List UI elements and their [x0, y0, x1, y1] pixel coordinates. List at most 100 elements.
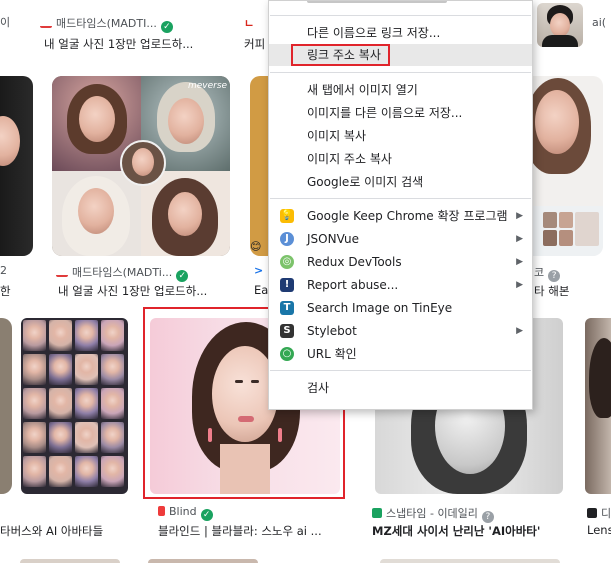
- middle-right-thumbnail[interactable]: [531, 76, 603, 256]
- result-title[interactable]: 타버스와 AI 아바타들: [0, 523, 140, 539]
- menu-item-save-link-as[interactable]: 다른 이름으로 링크 저장...: [269, 22, 532, 44]
- menu-item-redux-devtools[interactable]: ◎ Redux DevTools ▶: [269, 251, 532, 273]
- result-title[interactable]: Lens: [587, 523, 611, 537]
- result-source-label: 스냅타임 - 이데일리: [386, 507, 478, 520]
- menu-item-google-keep[interactable]: 💡 Google Keep Chrome 확장 프로그램 ▶: [269, 205, 532, 227]
- snaptime-favicon-icon: [372, 508, 382, 518]
- menu-separator: [270, 370, 531, 371]
- context-menu-cut-item: [269, 1, 532, 7]
- help-icon: ?: [481, 511, 494, 523]
- verified-icon: ✓: [160, 21, 173, 33]
- avatar-grid-cell: [101, 422, 124, 453]
- menu-item-save-image-as[interactable]: 이미지를 다른 이름으로 저장...: [269, 102, 532, 124]
- verified-icon: ✓: [176, 270, 189, 282]
- annotation-menu-highlight: [291, 44, 390, 66]
- help-icon: ?: [548, 270, 561, 282]
- result-source: 코?: [534, 264, 561, 282]
- menu-item-url-check[interactable]: ○ URL 확인: [269, 343, 532, 365]
- avatar-grid-cell: [75, 388, 98, 419]
- menu-item-copy-image-address[interactable]: 이미지 주소 복사: [269, 148, 532, 170]
- menu-item-label: Google Keep Chrome 확장 프로그램: [307, 209, 508, 223]
- avatar-grid-cell: [23, 320, 46, 351]
- submenu-arrow-icon: ▶: [516, 211, 523, 221]
- result-source: >: [254, 264, 264, 277]
- bottom-left-edge-thumbnail[interactable]: [0, 318, 12, 494]
- watermark-text: meverse: [188, 81, 228, 91]
- middle-center-thumbnail[interactable]: 😊: [250, 76, 268, 256]
- avatar-grid-cell: [49, 354, 72, 385]
- submenu-arrow-icon: ▶: [516, 280, 523, 290]
- submenu-arrow-icon: ▶: [516, 257, 523, 267]
- result-title[interactable]: 내 얼굴 사진 1장만 업로드하...: [44, 36, 244, 52]
- middle-row-card-1-caption[interactable]: 매드타임스(MADTi... ✓ 내 얼굴 사진 1장만 업로드하...: [56, 262, 256, 302]
- submenu-arrow-icon: ▶: [516, 326, 523, 336]
- menu-item-label: JSONVue: [307, 232, 359, 246]
- avatar-grid-cell: [49, 456, 72, 487]
- avatar-grid-cell: [23, 388, 46, 419]
- result-source: 매드타임스(MADTI... ✓: [40, 15, 215, 33]
- result-source-label: Blind: [169, 505, 197, 518]
- menu-separator: [270, 72, 531, 73]
- menu-item-report-abuse[interactable]: ! Report abuse... ▶: [269, 274, 532, 296]
- jsonvue-icon: J: [280, 232, 294, 246]
- menu-item-tineye[interactable]: T Search Image on TinEye: [269, 297, 532, 319]
- result-title[interactable]: 한: [0, 283, 11, 299]
- result-source: Blind ✓: [158, 505, 213, 521]
- menu-item-label: Report abuse...: [307, 278, 399, 292]
- top-row-card-2[interactable]: ㄴ 커피: [242, 0, 268, 55]
- menu-item-search-image-google[interactable]: Google로 이미지 검색: [269, 171, 532, 193]
- result-title[interactable]: Ea: [254, 283, 268, 297]
- result-source: 스냅타임 - 이데일리?: [372, 505, 494, 523]
- bottom-avatar-grid-thumbnail[interactable]: [21, 318, 128, 494]
- menu-item-label: Stylebot: [307, 324, 357, 338]
- google-keep-icon: 💡: [280, 209, 294, 223]
- top-right-thumbnail[interactable]: [537, 3, 583, 47]
- result-title[interactable]: 이: [0, 14, 10, 30]
- result-title[interactable]: MZ세대 사이서 난리난 'AI아바타': [372, 523, 562, 539]
- middle-avatar-collage-thumbnail[interactable]: meverse: [52, 76, 230, 256]
- menu-item-label: 이미지 복사: [307, 129, 367, 143]
- stylebot-icon: S: [280, 324, 294, 338]
- menu-item-jsonvue[interactable]: J JSONVue ▶: [269, 228, 532, 250]
- menu-item-label: 검사: [307, 381, 330, 395]
- avatar-grid-cell: [75, 456, 98, 487]
- result-source-label: 코: [534, 266, 545, 279]
- menu-item-stylebot[interactable]: S Stylebot ▶: [269, 320, 532, 342]
- menu-item-copy-image[interactable]: 이미지 복사: [269, 125, 532, 147]
- avatar-grid-cell: [23, 456, 46, 487]
- result-source-label: 디: [601, 507, 611, 520]
- top-left-cut-caption: 이: [0, 0, 30, 50]
- submenu-arrow-icon: ▶: [516, 234, 523, 244]
- top-row-card-1[interactable]: 매드타임스(MADTI... ✓ 내 얼굴 사진 1장만 업로드하...: [40, 0, 240, 55]
- url-check-icon: ○: [280, 347, 294, 361]
- menu-item-inspect[interactable]: 검사: [269, 377, 532, 399]
- tineye-icon: T: [280, 301, 294, 315]
- redux-devtools-icon: ◎: [280, 255, 294, 269]
- blind-favicon-icon: [158, 506, 165, 516]
- madtimes-favicon-icon: [40, 21, 52, 28]
- menu-item-label: 다른 이름으로 링크 저장...: [307, 26, 441, 40]
- avatar-grid-cell: [75, 354, 98, 385]
- middle-left-thumbnail[interactable]: [0, 76, 33, 256]
- result-source: ai(: [592, 16, 607, 29]
- result-title[interactable]: 타 해본: [534, 283, 569, 299]
- next-row-thumbnail-edge: [20, 559, 120, 563]
- next-row-thumbnail-edge: [380, 559, 560, 563]
- context-menu: 다른 이름으로 링크 저장... 링크 주소 복사 새 탭에서 이미지 열기 이…: [268, 0, 533, 410]
- result-title[interactable]: 내 얼굴 사진 1장만 업로드하...: [58, 283, 228, 299]
- bottom-right-thumbnail[interactable]: [585, 318, 611, 494]
- next-row-thumbnail-edge: [148, 559, 258, 563]
- result-title[interactable]: 커피: [244, 36, 265, 52]
- avatar-grid-cell: [101, 354, 124, 385]
- result-title[interactable]: 블라인드 | 블라블라: 스노우 ai ...: [158, 523, 338, 539]
- menu-item-label: 이미지 주소 복사: [307, 152, 392, 166]
- menu-item-label: Redux DevTools: [307, 255, 402, 269]
- madtimes-favicon-icon: [56, 270, 68, 277]
- menu-item-open-image-new-tab[interactable]: 새 탭에서 이미지 열기: [269, 79, 532, 101]
- menu-item-label: Search Image on TinEye: [307, 301, 453, 315]
- avatar-grid-cell: [23, 354, 46, 385]
- avatar-grid-cell: [49, 320, 72, 351]
- result-source-label: 매드타임스(MADTi...: [72, 266, 173, 279]
- menu-item-label: 새 탭에서 이미지 열기: [307, 83, 418, 97]
- emoji-icon: 😊: [250, 240, 262, 253]
